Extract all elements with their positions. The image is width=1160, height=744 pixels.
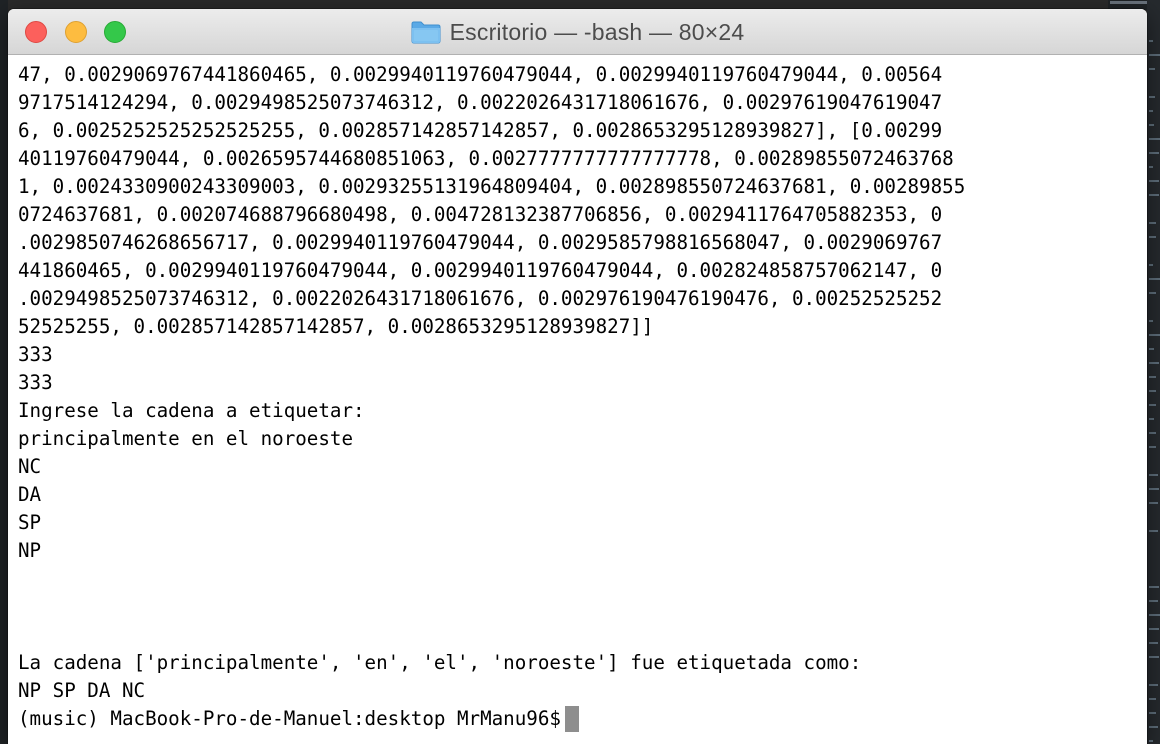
terminal-line — [18, 621, 1147, 649]
folder-icon — [411, 20, 441, 44]
terminal-line: Ingrese la cadena a etiquetar: — [18, 397, 1147, 425]
terminal-line — [18, 593, 1147, 621]
background-editor-window — [1147, 0, 1160, 744]
terminal-line: 47, 0.0029069767441860465, 0.00299401197… — [18, 61, 1147, 89]
text-cursor — [565, 706, 579, 732]
terminal-line: 0724637681, 0.002074688796680498, 0.0047… — [18, 201, 1147, 229]
terminal-line: NC — [18, 453, 1147, 481]
background-desktop-left — [0, 0, 8, 744]
terminal-line: NP SP DA NC — [18, 677, 1147, 705]
terminal-line — [18, 565, 1147, 593]
terminal-window: Escritorio — -bash — 80×24 47, 0.0029069… — [8, 9, 1147, 744]
terminal-line: DA — [18, 481, 1147, 509]
terminal-line: La cadena ['principalmente', 'en', 'el',… — [18, 649, 1147, 677]
terminal-line: 52525255, 0.002857142857142857, 0.002865… — [18, 313, 1147, 341]
terminal-line: .0029498525073746312, 0.0022026431718061… — [18, 285, 1147, 313]
terminal-line: SP — [18, 509, 1147, 537]
terminal-line: .0029850746268656717, 0.0029940119760479… — [18, 229, 1147, 257]
terminal-line: principalmente en el noroeste — [18, 425, 1147, 453]
terminal-line: 6, 0.0025252525252525255, 0.002857142857… — [18, 117, 1147, 145]
terminal-line: 40119760479044, 0.0026595744680851063, 0… — [18, 145, 1147, 173]
window-title: Escritorio — -bash — 80×24 — [450, 19, 745, 46]
title-bar[interactable]: Escritorio — -bash — 80×24 — [8, 9, 1147, 55]
terminal-line: 333 — [18, 341, 1147, 369]
terminal-line: 333 — [18, 369, 1147, 397]
terminal-line: 441860465, 0.0029940119760479044, 0.0029… — [18, 257, 1147, 285]
terminal-line: 1, 0.0024330900243309003, 0.002932551319… — [18, 173, 1147, 201]
terminal-line: NP — [18, 537, 1147, 565]
shell-prompt: (music) MacBook-Pro-de-Manuel:desktop Mr… — [18, 705, 561, 733]
title-container: Escritorio — -bash — 80×24 — [8, 9, 1147, 55]
prompt-line[interactable]: (music) MacBook-Pro-de-Manuel:desktop Mr… — [18, 705, 1147, 733]
terminal-output[interactable]: 47, 0.0029069767441860465, 0.00299401197… — [8, 55, 1147, 738]
terminal-line: 9717514124294, 0.0029498525073746312, 0.… — [18, 89, 1147, 117]
